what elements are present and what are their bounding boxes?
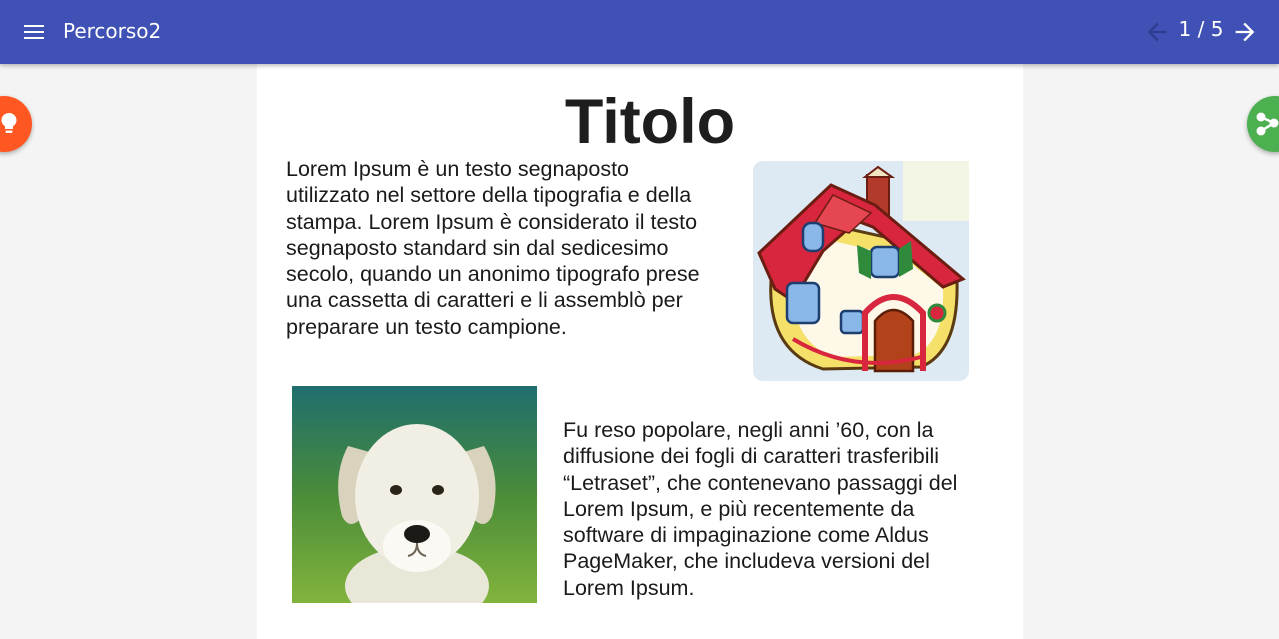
puppy-photo <box>292 386 537 603</box>
paragraph-2: Fu reso popolare, negli anni ’60, con la… <box>563 418 958 600</box>
paragraph-1: Lorem Ipsum è un testo segnaposto utiliz… <box>286 157 700 339</box>
house-illustration <box>753 161 969 381</box>
arrow-back-icon <box>1147 22 1167 42</box>
menu-icon <box>24 25 44 39</box>
app-bar: Percorso2 1 / 5 <box>0 0 1279 64</box>
app-title: Percorso2 <box>63 19 162 43</box>
lightbulb-icon <box>1 113 17 133</box>
page-card: Titolo Lorem Ipsum è un testo segnaposto… <box>257 64 1023 639</box>
share-icon <box>1256 112 1279 136</box>
next-page-button[interactable] <box>1231 18 1259 46</box>
share-button[interactable] <box>1247 96 1279 152</box>
page-title: Titolo <box>564 87 736 157</box>
menu-button[interactable] <box>12 10 56 54</box>
tips-button[interactable] <box>0 96 32 152</box>
arrow-forward-icon <box>1235 22 1255 42</box>
previous-page-button[interactable] <box>1143 18 1171 46</box>
page-counter: 1 / 5 <box>1178 17 1224 41</box>
